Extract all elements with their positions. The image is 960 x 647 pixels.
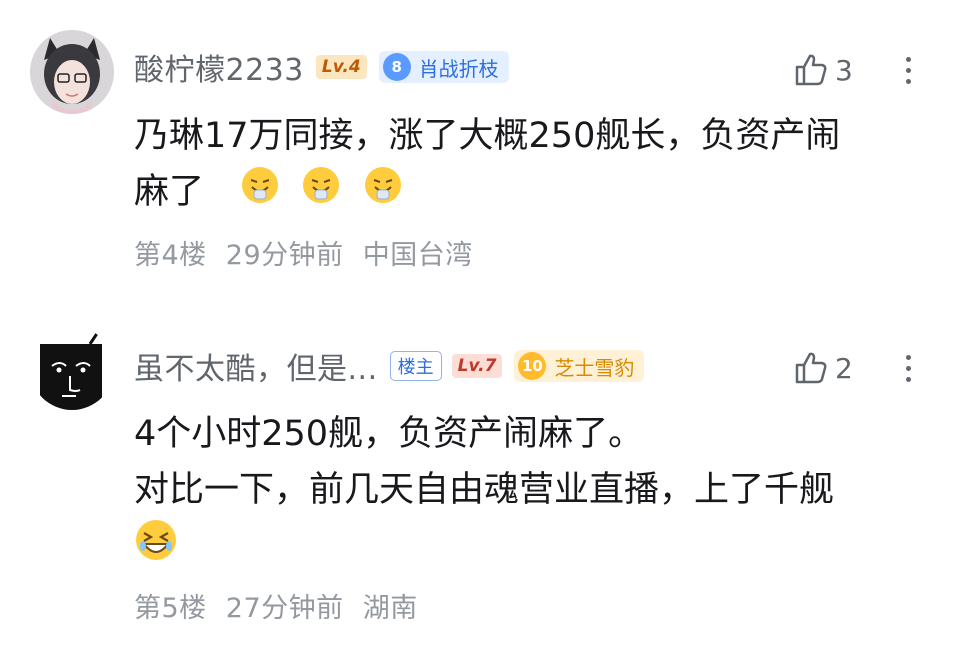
sneezing-face-icon xyxy=(363,165,403,222)
comment-meta: 第4楼 29分钟前 中国台湾 xyxy=(134,233,483,272)
comment-line-text: 麻了 xyxy=(134,172,205,212)
like-count: 3 xyxy=(835,53,853,87)
ip-location: 中国台湾 xyxy=(362,240,473,271)
comment-text: 乃琳17万同接，涨了大概250舰长，负资产闹 麻了 xyxy=(134,108,914,222)
level-badge: Lv.7 xyxy=(451,354,503,378)
fan-medal[interactable]: 10 芝士雪豹 xyxy=(514,350,645,382)
post-time: 29分钟前 xyxy=(225,240,344,271)
username[interactable]: 酸柠檬2233 xyxy=(134,45,304,89)
comment-line xyxy=(134,518,914,579)
avatar[interactable] xyxy=(30,30,114,114)
comment-line: 乃琳17万同接，涨了大概250舰长，负资产闹 xyxy=(134,116,841,156)
comment-header: 酸柠檬2233 Lv.4 8 肖战折枝 xyxy=(134,45,509,89)
ip-location: 湖南 xyxy=(362,593,418,624)
comment-header: 虽不太酷，但是... 楼主 Lv.7 10 芝士雪豹 xyxy=(134,344,645,388)
floor-number: 第4楼 xyxy=(134,240,207,271)
comment-meta: 第5楼 27分钟前 湖南 xyxy=(134,586,428,625)
comment-line: 4个小时250舰，负资产闹麻了。 xyxy=(134,414,644,454)
sneezing-face-icon xyxy=(301,165,341,222)
thumbs-up-icon xyxy=(795,54,827,86)
level-badge: Lv.4 xyxy=(315,55,367,79)
like-button[interactable]: 2 xyxy=(793,348,853,388)
floor-number: 第5楼 xyxy=(134,593,207,624)
sneezing-face-icon xyxy=(240,165,280,222)
username[interactable]: 虽不太酷，但是... xyxy=(134,344,378,388)
comment-text: 4个小时250舰，负资产闹麻了。 对比一下，前几天自由魂营业直播，上了千舰 xyxy=(134,406,914,579)
like-count: 2 xyxy=(835,351,853,385)
fan-medal-name: 芝士雪豹 xyxy=(554,355,635,380)
avatar[interactable] xyxy=(30,326,114,410)
comment-line: 麻了 xyxy=(134,164,914,222)
fan-medal-level: 8 xyxy=(382,53,411,81)
op-tag: 楼主 xyxy=(389,351,442,381)
laughing-face-icon xyxy=(134,518,178,579)
like-button[interactable]: 3 xyxy=(793,50,853,90)
fan-medal[interactable]: 8 肖战折枝 xyxy=(378,51,509,83)
fan-medal-name: 肖战折枝 xyxy=(418,56,499,81)
thumbs-up-icon xyxy=(795,352,827,384)
comment-line: 对比一下，前几天自由魂营业直播，上了千舰 xyxy=(134,470,835,510)
more-options-icon[interactable] xyxy=(898,50,918,90)
fan-medal-level: 10 xyxy=(518,352,547,380)
post-time: 27分钟前 xyxy=(225,593,344,624)
more-options-icon[interactable] xyxy=(898,348,918,388)
